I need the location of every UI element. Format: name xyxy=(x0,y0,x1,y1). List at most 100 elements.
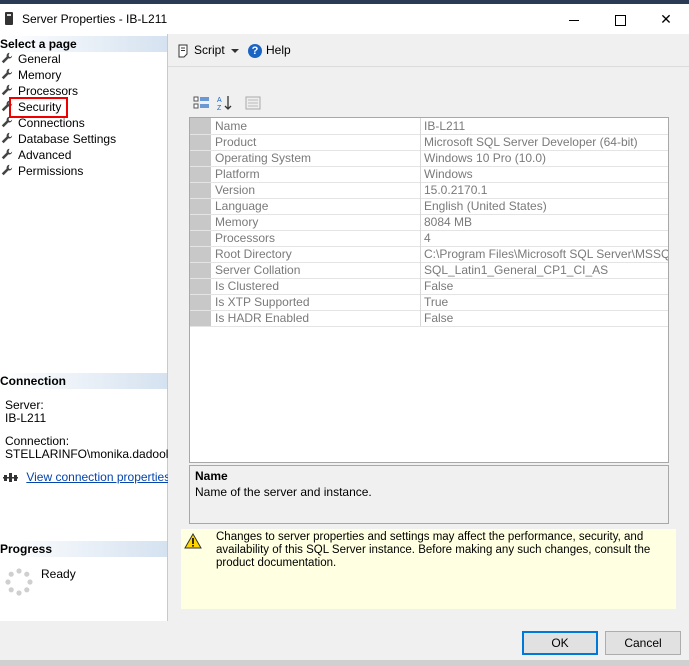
close-icon: ✕ xyxy=(660,11,672,27)
column-separator xyxy=(420,246,421,262)
minimize-icon xyxy=(569,19,579,21)
script-button[interactable]: Script xyxy=(176,43,225,58)
property-name: Version xyxy=(215,183,256,197)
help-icon: ? xyxy=(248,43,262,58)
property-value: Microsoft SQL Server Developer (64-bit) xyxy=(424,135,638,149)
select-page-header: Select a page xyxy=(0,36,167,52)
property-name: Is HADR Enabled xyxy=(215,311,310,325)
property-row[interactable]: Is Clustered False xyxy=(190,278,668,295)
property-name: Name xyxy=(215,118,248,134)
close-button[interactable]: ✕ xyxy=(643,4,689,34)
column-separator xyxy=(420,118,421,134)
toolbar: Script ? Help xyxy=(168,34,689,67)
property-row[interactable]: Server Collation SQL_Latin1_General_CP1_C… xyxy=(190,262,668,279)
property-row[interactable]: Version 15.0.2170.1 xyxy=(190,182,668,199)
window-title: Server Properties - IB-L211 xyxy=(22,12,168,26)
property-value: SQL_Latin1_General_CP1_CI_AS xyxy=(424,263,609,277)
page-item-label: Advanced xyxy=(18,148,72,162)
property-name: Server Collation xyxy=(215,263,301,277)
property-row[interactable]: Platform Windows xyxy=(190,166,668,183)
categorized-icon[interactable] xyxy=(193,95,210,111)
description-title: Name xyxy=(195,469,228,483)
wrench-icon xyxy=(1,68,13,80)
property-name: Platform xyxy=(215,167,260,181)
warning-panel: Changes to server properties and setting… xyxy=(181,529,676,609)
column-separator xyxy=(420,262,421,278)
property-value: Windows xyxy=(424,167,473,181)
property-name: Processors xyxy=(215,231,276,245)
property-row[interactable]: Name IB-L211 xyxy=(190,118,668,135)
view-connection-properties-link[interactable]: View connection properties xyxy=(26,470,170,484)
property-value: True xyxy=(424,295,449,309)
description-panel: Name Name of the server and instance. xyxy=(189,465,669,524)
property-name: Is XTP Supported xyxy=(215,295,310,309)
property-value: English (United States) xyxy=(424,199,547,213)
connection-label: Connection: xyxy=(5,434,70,448)
help-label: Help xyxy=(266,43,291,57)
progress-status: Ready xyxy=(41,567,76,581)
maximize-icon xyxy=(614,14,626,26)
svg-text:Z: Z xyxy=(217,105,222,111)
ok-button[interactable]: OK xyxy=(522,631,598,655)
chevron-down-icon xyxy=(231,49,239,53)
property-row[interactable]: Memory 8084 MB xyxy=(190,214,668,231)
help-button[interactable]: ? Help xyxy=(248,43,291,58)
wrench-icon xyxy=(1,132,13,144)
script-dropdown-button[interactable] xyxy=(231,44,239,58)
server-value: IB-L211 xyxy=(5,411,47,425)
property-row[interactable]: Operating System Windows 10 Pro (10.0) xyxy=(190,150,668,167)
page-item-label: General xyxy=(18,52,61,66)
property-name: Root Directory xyxy=(215,247,292,261)
wrench-icon xyxy=(1,148,13,160)
wrench-icon xyxy=(1,84,13,96)
property-grid: Name IB-L211 Product Microsoft SQL Server D… xyxy=(189,117,669,463)
server-label: Server: xyxy=(5,398,44,412)
property-row[interactable]: Is XTP Supported True xyxy=(190,294,668,311)
progress-spinner-icon xyxy=(5,568,33,596)
server-icon xyxy=(5,12,13,25)
selection-highlight xyxy=(9,97,68,118)
description-text: Name of the server and instance. xyxy=(195,485,372,499)
column-separator xyxy=(420,294,421,310)
property-value: IB-L211 xyxy=(424,119,466,133)
warning-text: Changes to server properties and setting… xyxy=(216,531,651,569)
column-separator xyxy=(420,230,421,246)
page-item-label: Memory xyxy=(18,68,62,82)
column-separator xyxy=(420,134,421,150)
property-name: Memory xyxy=(215,215,259,229)
property-row[interactable]: Language English (United States) xyxy=(190,198,668,215)
view-connection-row: View connection properties xyxy=(3,470,170,484)
maximize-button[interactable] xyxy=(597,4,643,34)
cancel-button[interactable]: Cancel xyxy=(605,631,681,655)
column-separator xyxy=(420,182,421,198)
column-separator xyxy=(420,278,421,294)
property-value: 4 xyxy=(424,231,431,245)
minimize-button[interactable] xyxy=(551,4,597,34)
property-value: 8084 MB xyxy=(424,215,473,229)
property-row[interactable]: Product Microsoft SQL Server Developer (6… xyxy=(190,134,668,151)
page-item-label: Database Settings xyxy=(18,132,117,146)
script-label: Script xyxy=(194,43,225,57)
wrench-icon xyxy=(1,52,13,64)
property-value: C:\Program Files\Microsoft SQL Server\MS… xyxy=(424,247,668,261)
connection-properties-icon xyxy=(3,472,18,482)
property-value: Windows 10 Pro (10.0) xyxy=(424,151,547,165)
property-name: Is Clustered xyxy=(215,279,280,293)
property-name: Operating System xyxy=(215,151,312,165)
alphabetical-sort-icon[interactable]: A Z xyxy=(216,95,233,111)
property-value: False xyxy=(424,279,454,293)
page-item-label: Permissions xyxy=(18,164,84,178)
title-bar: Server Properties - IB-L211 ✕ xyxy=(0,4,689,34)
property-row[interactable]: Is HADR Enabled False xyxy=(190,310,668,327)
column-separator xyxy=(420,198,421,214)
property-value: False xyxy=(424,311,454,325)
warning-icon xyxy=(184,533,202,549)
svg-text:A: A xyxy=(217,97,222,104)
property-row[interactable]: Root Directory C:\Program Files\Microsoft… xyxy=(190,246,668,263)
left-pane: Select a page General Memory Processors Sec… xyxy=(0,34,170,621)
window-bottom-edge xyxy=(0,660,689,666)
connection-value: STELLARINFO\monika.dadool xyxy=(5,447,169,461)
column-separator xyxy=(420,150,421,166)
property-row[interactable]: Processors 4 xyxy=(190,230,668,247)
script-icon xyxy=(178,44,188,58)
